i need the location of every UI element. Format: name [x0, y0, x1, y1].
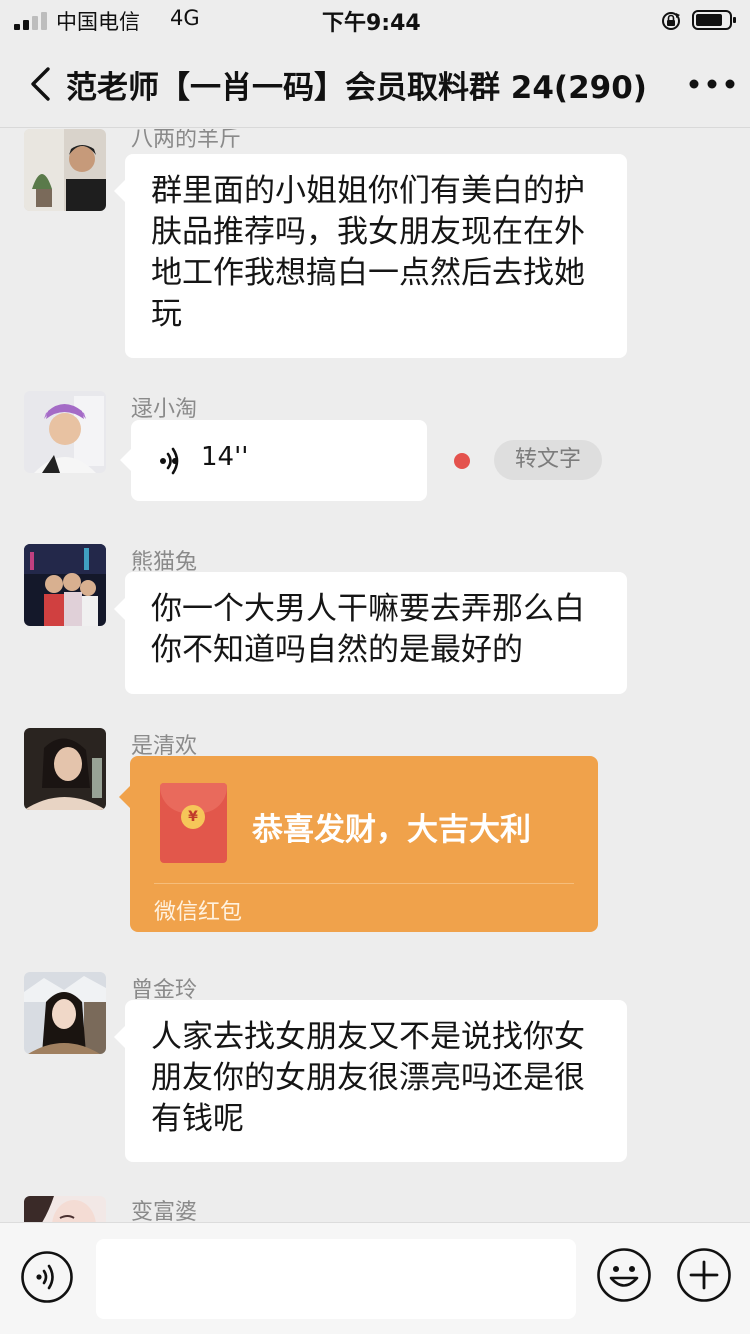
sender-name: 变富婆: [131, 1200, 198, 1222]
chat-messages[interactable]: 八两的羊斤 群里面的小姐姐你们有美白的护肤品推荐吗，我女朋友现在在外地工作我想搞…: [0, 129, 750, 1222]
red-packet-card[interactable]: ¥ 恭喜发财，大吉大利 微信红包: [119, 756, 598, 932]
red-packet-greeting: 恭喜发财，大吉大利: [252, 812, 531, 848]
more-dots-icon[interactable]: [688, 78, 736, 90]
avatar[interactable]: [24, 129, 106, 211]
nav-bar: 范老师【一肖一码】会员取料群 24(290): [0, 40, 750, 128]
message-bubble[interactable]: 群里面的小姐姐你们有美白的护肤品推荐吗，我女朋友现在在外地工作我想搞白一点然后去…: [114, 154, 627, 358]
voice-message-bubble[interactable]: 14'': [120, 420, 427, 501]
carrier-label: 中国电信: [56, 10, 140, 34]
rotation-lock-icon: [662, 12, 680, 30]
avatar[interactable]: [24, 391, 106, 473]
status-time: 下午9:44: [322, 11, 421, 36]
signal-icon: [14, 12, 47, 30]
sender-name: 逯小淘: [131, 397, 198, 422]
sender-name: 八两的羊斤: [131, 129, 242, 152]
red-packet-label: 微信红包: [154, 900, 243, 925]
voice-toggle-icon[interactable]: [20, 1250, 74, 1304]
voice-wave-icon: [160, 447, 179, 475]
divider: [154, 883, 574, 884]
network-type: 4G: [170, 6, 200, 30]
message-bubble[interactable]: 人家去找女朋友又不是说找你女朋友你的女朋友很漂亮吗还是很有钱呢: [114, 1000, 627, 1162]
chat-title: 范老师【一肖一码】会员取料群 24(290): [66, 70, 647, 106]
message-input[interactable]: [96, 1239, 576, 1319]
emoji-icon[interactable]: [596, 1247, 652, 1303]
chevron-left-icon[interactable]: [26, 66, 56, 102]
avatar[interactable]: [24, 544, 106, 626]
red-envelope-icon: ¥: [160, 783, 227, 863]
input-bar: [0, 1222, 750, 1334]
avatar[interactable]: [24, 1196, 106, 1222]
message-bubble[interactable]: 你一个大男人干嘛要去弄那么白你不知道吗自然的是最好的: [114, 572, 627, 694]
plus-icon[interactable]: [676, 1247, 732, 1303]
convert-to-text-button[interactable]: 转文字: [494, 440, 602, 480]
avatar[interactable]: [24, 728, 106, 810]
battery-icon: [692, 10, 736, 30]
status-bar: 中国电信 4G 下午9:44: [0, 0, 750, 40]
coin-icon: ¥: [181, 805, 205, 829]
unread-dot: [454, 453, 470, 469]
avatar[interactable]: [24, 972, 106, 1054]
voice-duration: 14'': [201, 442, 249, 472]
